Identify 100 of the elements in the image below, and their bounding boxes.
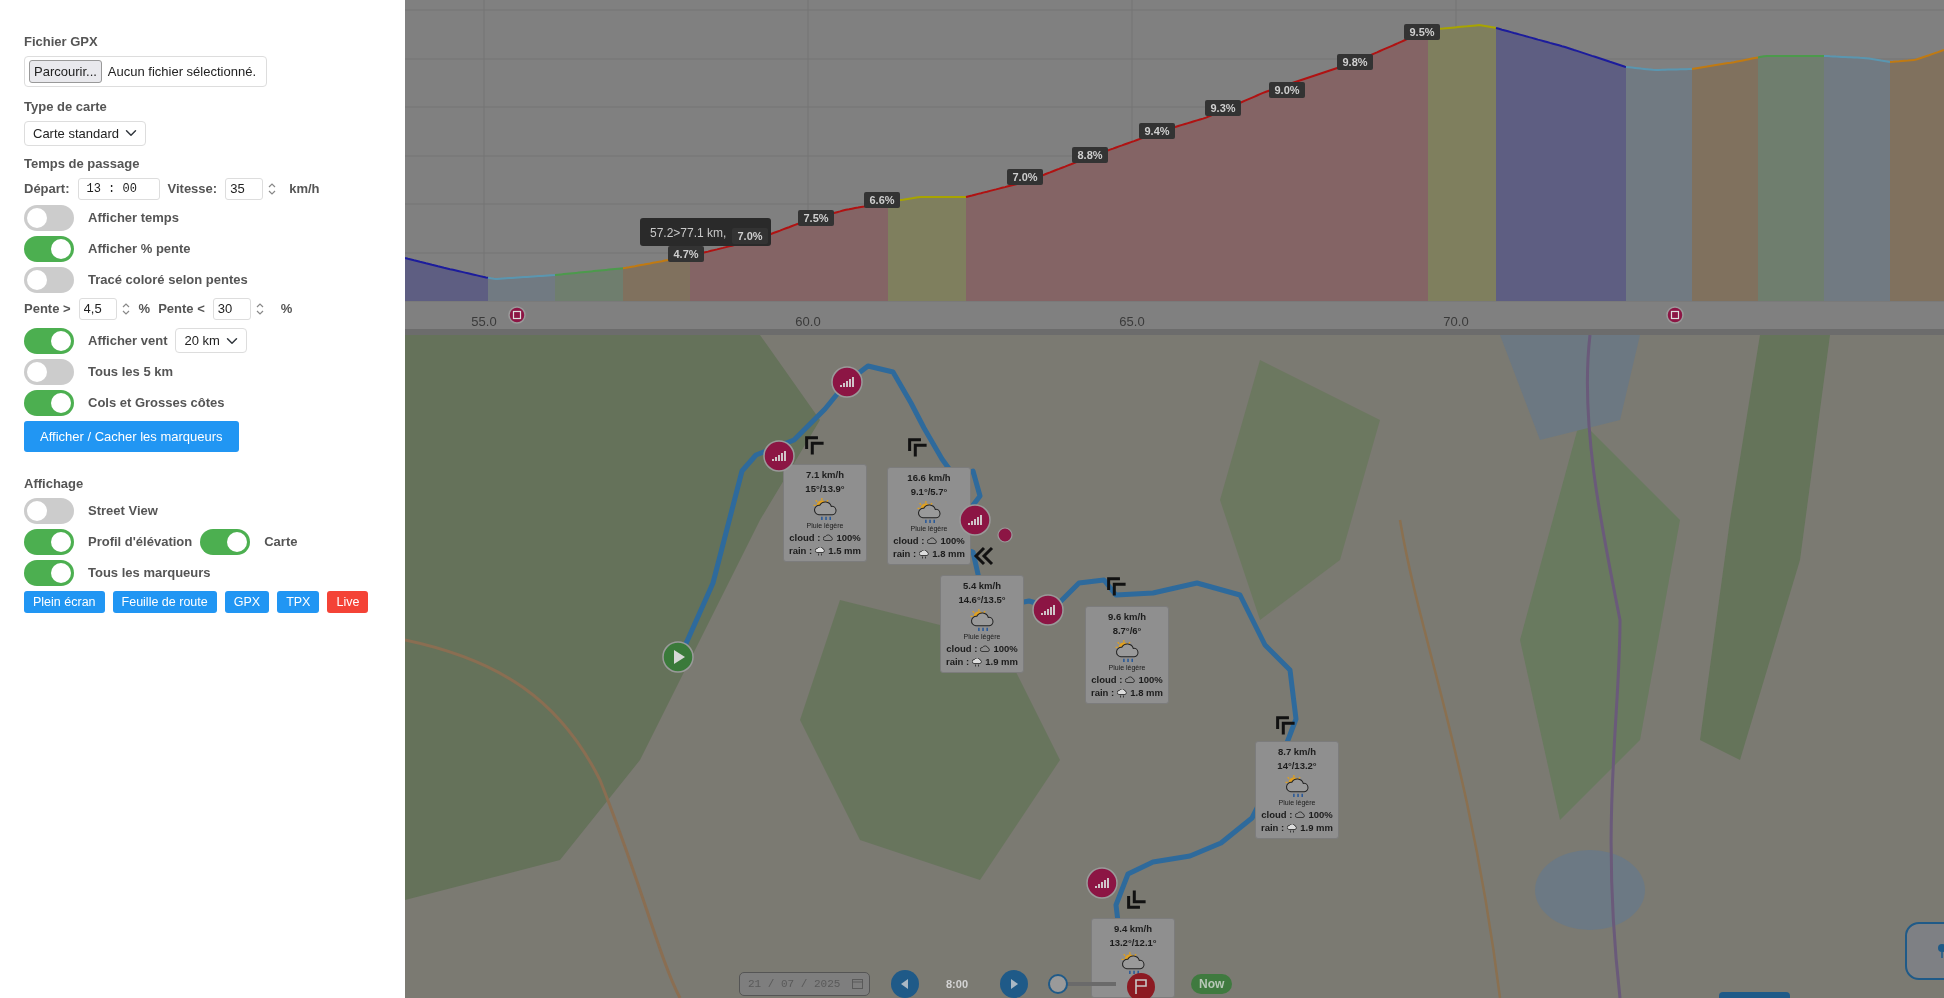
wind-speed-text: 9.6 km/h <box>1107 610 1147 624</box>
cloud-icon <box>1295 811 1306 819</box>
toggle-label: Street View <box>88 501 158 520</box>
cloud-label: cloud : <box>946 641 978 656</box>
temperature-text: 14.6°/13.5° <box>957 592 1007 607</box>
slope-label: 4.7% <box>668 246 704 262</box>
cloud-value: 100% <box>1308 807 1333 822</box>
speed-field[interactable]: 35 <box>225 177 264 200</box>
toggle-switch[interactable] <box>24 497 74 524</box>
cloud-value: 100% <box>836 530 861 545</box>
slope-label: 6.6% <box>864 192 900 208</box>
cloud-icon <box>1125 676 1136 684</box>
toggle-switch[interactable] <box>24 528 74 555</box>
calendar-icon <box>852 979 863 989</box>
distance-select[interactable]: 20 km <box>175 327 248 354</box>
toggle-label: Tous les 5 km <box>88 362 173 381</box>
toggle-label: Profil d'élévation <box>88 532 193 551</box>
signal-bars-marker[interactable] <box>763 440 795 472</box>
map-type-select[interactable]: Carte standard <box>24 120 146 146</box>
field-label: Départ: <box>24 179 70 198</box>
cloud-value: 100% <box>940 533 965 548</box>
toggle-label: Carte <box>264 532 298 551</box>
unit-label: % <box>138 299 151 318</box>
slope-label: 9.8% <box>1337 54 1373 70</box>
sun-cloud-rain-icon <box>1114 638 1140 663</box>
file-status-text: Aucun fichier sélectionné. <box>107 62 256 81</box>
finish-flag-marker[interactable] <box>1126 972 1156 998</box>
wind-speed-text: 7.1 km/h <box>805 468 845 482</box>
sun-cloud-rain-icon <box>1120 950 1146 975</box>
temperature-text: 13.2°/12.1° <box>1108 935 1158 950</box>
section-heading: Fichier GPX <box>24 33 98 51</box>
slope-label: 7.0% <box>1007 169 1043 185</box>
toggle-switch[interactable] <box>24 389 74 416</box>
slope-label: 8.8% <box>1072 147 1108 163</box>
signal-bars-marker[interactable] <box>1032 594 1064 626</box>
axis-tick-label: 65.0 <box>1119 314 1145 329</box>
file-input[interactable]: Parcourir... Aucun fichier sélectionné. <box>24 55 267 87</box>
section-heading: Type de carte <box>24 98 107 116</box>
chart-marker-icon[interactable] <box>1666 306 1684 324</box>
browse-button[interactable]: Parcourir... <box>29 59 102 83</box>
wind-speed-text: 16.6 km/h <box>906 471 952 485</box>
rain-label: rain : <box>789 544 813 559</box>
sun-cloud-rain-icon <box>969 607 995 632</box>
triangle-icon <box>1008 978 1020 990</box>
cloud-label: cloud : <box>1091 672 1123 687</box>
wind-speed-text: 9.4 km/h <box>1113 922 1153 936</box>
slope-max-field[interactable]: 30 <box>212 297 251 320</box>
slope-label: 9.5% <box>1404 24 1440 40</box>
sun-cloud-rain-icon <box>1284 773 1310 798</box>
cloud-icon <box>823 534 834 542</box>
slope-label: 9.3% <box>1205 100 1241 116</box>
chart-marker-icon[interactable] <box>508 306 526 324</box>
slope-min-field[interactable]: 4,5 <box>78 297 117 320</box>
time-field[interactable]: 13 : 00 <box>77 177 160 200</box>
sun-cloud-rain-icon <box>916 499 942 524</box>
rain-cloud-icon <box>919 549 930 559</box>
slope-label: 7.0% <box>732 228 768 244</box>
toggle-switch[interactable] <box>24 266 74 293</box>
time-text: 8:00 <box>946 977 969 992</box>
wind-speed-text: 8.7 km/h <box>1277 745 1317 759</box>
rain-value: 1.8 mm <box>932 547 965 562</box>
axis-tick-label: 55.0 <box>471 314 497 329</box>
action-button[interactable]: Live <box>327 590 369 614</box>
point-marker <box>997 527 1013 543</box>
temperature-text: 9.1°/5.7° <box>909 484 949 499</box>
slope-label: 9.4% <box>1139 123 1175 139</box>
toggle-label: Tous les marqueurs <box>88 563 211 582</box>
toggle-label: Afficher vent <box>88 331 168 350</box>
signal-bars-marker[interactable] <box>959 504 991 536</box>
cloud-value: 100% <box>1138 672 1163 687</box>
temperature-text: 15°/13.9° <box>804 481 846 496</box>
sun-cloud-rain-icon <box>812 496 838 521</box>
rain-cloud-icon <box>1117 688 1128 698</box>
cloud-icon <box>927 537 938 545</box>
toggle-switch[interactable] <box>24 204 74 231</box>
cloud-value: 100% <box>993 641 1018 656</box>
slope-label: 7.5% <box>798 210 834 226</box>
toggle-switch[interactable] <box>24 235 74 262</box>
toggle-switch[interactable] <box>200 528 251 555</box>
signal-bars-marker[interactable] <box>1086 867 1118 899</box>
start-marker-icon <box>662 641 694 673</box>
pin-icon <box>1937 943 1944 959</box>
rain-label: rain : <box>1261 821 1285 836</box>
slope-label: 9.0% <box>1269 82 1305 98</box>
field-label: Pente < <box>158 299 205 318</box>
toggle-switch[interactable] <box>24 358 74 385</box>
rain-label: rain : <box>893 547 917 562</box>
rain-label: rain : <box>1091 686 1115 701</box>
cloud-label: cloud : <box>893 533 925 548</box>
cloud-icon <box>980 645 991 653</box>
toggle-switch[interactable] <box>24 559 74 586</box>
rain-value: 1.5 mm <box>828 544 861 559</box>
rain-value: 1.9 mm <box>985 655 1018 670</box>
toggle-label: Afficher % pente <box>88 239 191 258</box>
toggle-switch[interactable] <box>24 327 74 354</box>
rain-cloud-icon <box>1287 823 1298 833</box>
unit-label: km/h <box>289 179 320 198</box>
signal-bars-marker[interactable] <box>831 366 863 398</box>
slider-thumb[interactable] <box>1048 974 1068 994</box>
section-heading: Temps de passage <box>24 155 140 173</box>
